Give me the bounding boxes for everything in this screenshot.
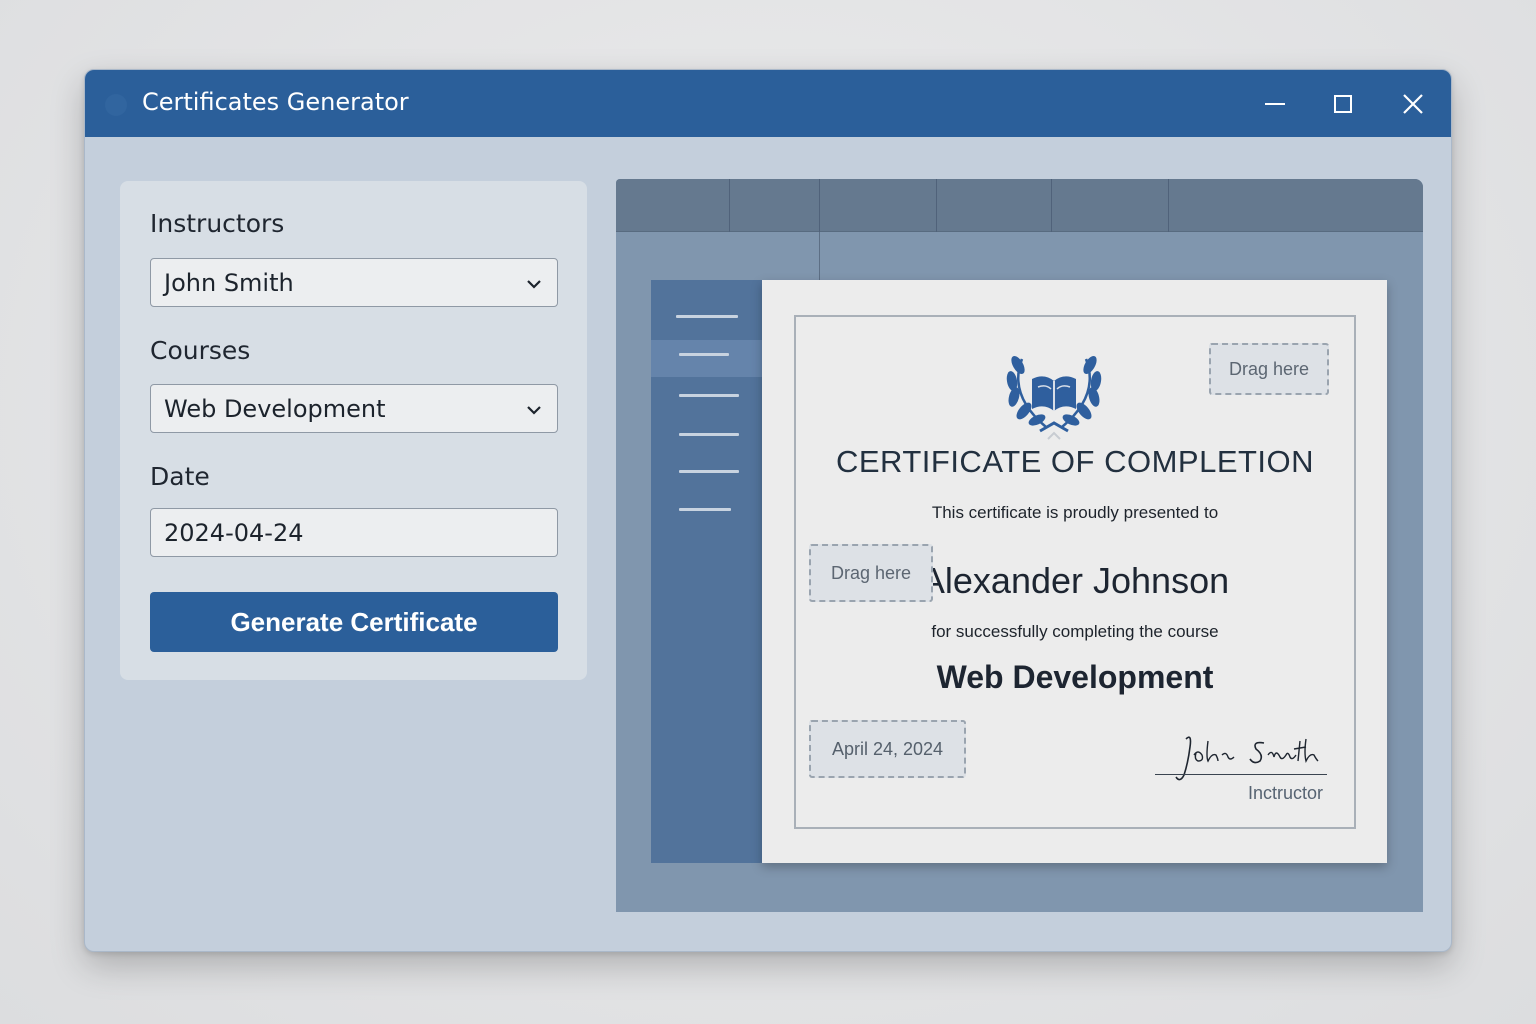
settings-panel: Instructors John Smith Courses Web Devel… xyxy=(120,181,587,680)
sidebar-item[interactable] xyxy=(679,353,729,356)
guide-line xyxy=(819,232,820,280)
sidebar-item[interactable] xyxy=(679,508,731,511)
certificate-sheet: Drag here CERTIFICATE OF COMPLETION This… xyxy=(762,280,1387,863)
completing-text: for successfully completing the course xyxy=(931,622,1219,641)
window-title: Certificates Generator xyxy=(142,88,409,116)
drag-drop-zone[interactable]: Drag here xyxy=(809,544,933,602)
toolbar-separator xyxy=(1051,179,1052,232)
minimize-icon xyxy=(1265,103,1285,105)
maximize-button[interactable] xyxy=(1323,84,1363,124)
certificate-preview-area: Drag here CERTIFICATE OF COMPLETION This… xyxy=(616,179,1423,912)
certificate-heading: CERTIFICATE OF COMPLETION xyxy=(835,444,1315,479)
sidebar-item-active[interactable] xyxy=(651,340,762,377)
date-label: Date xyxy=(150,462,210,491)
maximize-icon xyxy=(1334,95,1352,113)
app-window: Certificates Generator Instructors John … xyxy=(84,69,1452,952)
minimize-button[interactable] xyxy=(1255,84,1295,124)
presented-text: This certificate is proudly presented to xyxy=(931,503,1219,522)
date-input[interactable]: 2024-04-24 xyxy=(150,508,558,557)
courses-label: Courses xyxy=(150,336,251,365)
generate-certificate-button[interactable]: Generate Certificate xyxy=(150,592,558,652)
toolbar-separator xyxy=(936,179,937,232)
toolbar-separator xyxy=(819,179,820,232)
certificate-border: Drag here CERTIFICATE OF COMPLETION This… xyxy=(794,315,1356,829)
courses-select[interactable]: Web Development xyxy=(150,384,558,433)
preview-toolbar xyxy=(616,179,1423,232)
course-name: Web Development xyxy=(936,659,1214,695)
title-bar[interactable]: Certificates Generator xyxy=(85,70,1451,137)
toolbar-separator xyxy=(1168,179,1169,232)
instructor-caption: Inctructor xyxy=(1248,783,1324,803)
chevron-down-icon xyxy=(527,406,541,415)
sidebar-item[interactable] xyxy=(679,394,739,397)
instructors-label: Instructors xyxy=(150,209,285,238)
toolbar-separator xyxy=(729,179,730,232)
certificate-date[interactable]: April 24, 2024 xyxy=(809,720,966,778)
template-sidebar xyxy=(651,280,762,863)
sidebar-item[interactable] xyxy=(679,433,739,436)
close-icon xyxy=(1403,94,1423,114)
sidebar-item[interactable] xyxy=(676,315,738,318)
chevron-down-icon xyxy=(527,280,541,289)
drag-drop-zone[interactable]: Drag here xyxy=(1209,343,1329,395)
sidebar-item[interactable] xyxy=(679,470,739,473)
laurel-book-icon xyxy=(1006,355,1102,440)
instructors-select[interactable]: John Smith xyxy=(150,258,558,307)
close-button[interactable] xyxy=(1393,84,1433,124)
instructor-signature xyxy=(1175,736,1319,781)
signature-line xyxy=(1155,774,1327,775)
app-icon xyxy=(105,94,127,116)
date-input-value: 2024-04-24 xyxy=(164,518,304,547)
instructors-select-value: John Smith xyxy=(164,268,294,297)
courses-select-value: Web Development xyxy=(164,394,386,423)
